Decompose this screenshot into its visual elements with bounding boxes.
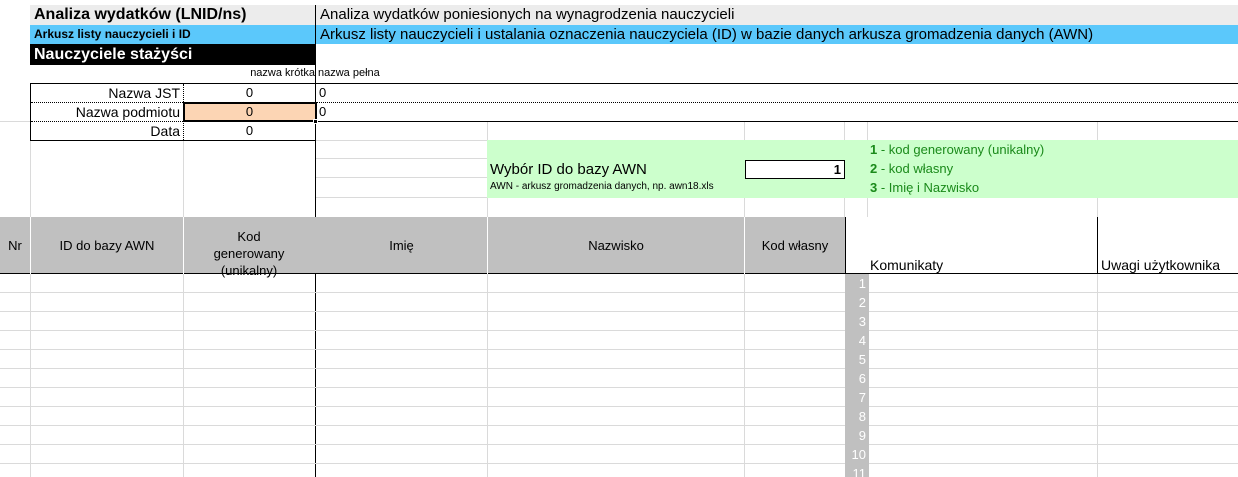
header-own-code[interactable]: Kod własny (745, 217, 845, 274)
info-value-podmiot-short[interactable]: 0 (184, 103, 315, 121)
header-messages[interactable]: Komunikaty (870, 257, 943, 273)
table-row[interactable]: 6 (0, 369, 1238, 388)
table-row[interactable]: 7 (0, 388, 1238, 407)
option-1: 1 - kod generowany (unikalny) (870, 141, 1044, 159)
message-row-number: 6 (845, 369, 869, 388)
option-2: 2 - kod własny (870, 160, 953, 178)
table-row[interactable]: 9 (0, 426, 1238, 445)
info-value-podmiot-full[interactable]: 0 (319, 103, 326, 121)
message-row-number: 4 (845, 331, 869, 350)
message-row-number: 3 (845, 312, 869, 331)
option-1-text: - kod generowany (unikalny) (877, 142, 1045, 157)
option-3-text: - Imię i Nazwisko (877, 180, 980, 195)
option-3: 3 - Imię i Nazwisko (870, 179, 979, 197)
app-title: Analiza wydatków (LNID/ns) (34, 6, 247, 23)
header-code[interactable]: Kod generowany (unikalny) (205, 228, 293, 279)
message-row-number: 2 (845, 293, 869, 312)
table-rows: 1 2 3 4 5 6 7 8 9 10 11 (0, 274, 1238, 477)
sheet-label: Arkusz listy nauczycieli i ID (34, 27, 191, 41)
message-row-number: 9 (845, 426, 869, 445)
table-row[interactable]: 8 (0, 407, 1238, 426)
header-last-name[interactable]: Nazwisko (488, 217, 744, 274)
table-row[interactable]: 2 (0, 293, 1238, 312)
message-row-number: 1 (845, 274, 869, 293)
id-select-label: Wybór ID do bazy AWN (490, 161, 647, 178)
header-notes[interactable]: Uwagi użytkownika (1101, 257, 1220, 273)
info-value-jst-full[interactable]: 0 (319, 84, 326, 102)
table-row[interactable]: 11 (0, 464, 1238, 477)
table-row[interactable]: 5 (0, 350, 1238, 369)
info-label-data: Data (150, 123, 180, 139)
header-id[interactable]: ID do bazy AWN (31, 217, 183, 274)
table-row[interactable]: 1 (0, 274, 1238, 293)
section-title: Nauczyciele stażyści (34, 46, 193, 63)
id-select-input[interactable]: 1 (745, 160, 845, 179)
message-row-number: 7 (845, 388, 869, 407)
col-full-caption: nazwa pełna (318, 67, 380, 79)
app-description: Analiza wydatków poniesionych na wynagro… (320, 6, 735, 23)
table-row[interactable]: 4 (0, 331, 1238, 350)
message-row-number: 10 (845, 445, 869, 464)
message-row-number: 5 (845, 350, 869, 369)
info-label-jst: Nazwa JST (108, 85, 180, 101)
info-label-podmiot: Nazwa podmiotu (75, 104, 180, 120)
info-value-data-short[interactable]: 0 (184, 122, 315, 140)
col-short-caption: nazwa krótka (250, 67, 315, 79)
header-first-name[interactable]: Imię (316, 217, 487, 274)
header-nr[interactable]: Nr (0, 217, 30, 274)
table-row[interactable]: 10 (0, 445, 1238, 464)
message-row-number: 8 (845, 407, 869, 426)
table-row[interactable]: 3 (0, 312, 1238, 331)
id-select-note: AWN - arkusz gromadzenia danych, np. awn… (490, 181, 714, 192)
sheet-description: Arkusz listy nauczycieli i ustalania ozn… (320, 26, 1094, 43)
info-value-jst-short[interactable]: 0 (184, 84, 315, 102)
message-row-number: 11 (845, 464, 869, 477)
option-2-text: - kod własny (877, 161, 954, 176)
